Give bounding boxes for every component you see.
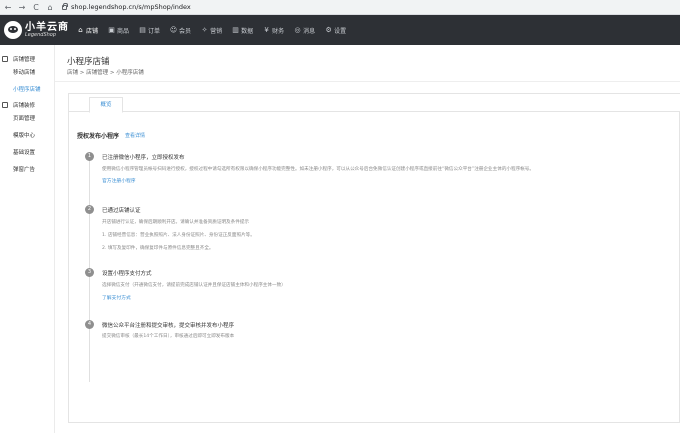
sidebar-item-mini-program-store[interactable]: 小程序店铺 xyxy=(0,82,54,99)
tab-overview[interactable]: 概览 xyxy=(89,97,123,113)
step-description: 2. 填写及复印件，确保复印件与原件信息完整且齐全。 xyxy=(102,246,214,251)
main-menu: ⌂ 店铺 ▣ 商品 ▤ 订单 ☺ 会员 ✧ 营销 ▥ 数据 ¥ 财务 ◎ 消息 xyxy=(72,15,351,45)
sidebar-group-label: 店铺装修 xyxy=(13,103,36,109)
nav-settings[interactable]: ⚙ 设置 xyxy=(320,15,351,45)
step-description: 开店铺进行认证，确保后期顺利开店。请确认并准备资质证明及条件提示 xyxy=(102,220,250,225)
step-description: 1. 店铺经营信息：营业执照照片、法人身份证照片、身份证正反面照片等。 xyxy=(102,233,255,238)
reload-icon[interactable]: C xyxy=(30,1,42,13)
step-title: 已注册微信小程序，立即授权发布 xyxy=(102,155,185,161)
step-description: 选择微信支付（开通微信支付，请提前完成店铺认证并且保证店铺主体和小程序主体一致） xyxy=(102,283,286,288)
nav-label: 订单 xyxy=(148,27,161,35)
main-content: 小程序店铺 店铺 > 店铺管理 > 小程序店铺 概览 授权发布小程序 查看详情 … xyxy=(55,45,680,433)
nav-marketing[interactable]: ✧ 营销 xyxy=(196,15,227,45)
step-title: 微信公众平台注册和提交审核，提交审核并发布小程序 xyxy=(102,323,235,329)
finance-icon: ¥ xyxy=(264,25,269,34)
nav-data[interactable]: ▥ 数据 xyxy=(227,15,258,45)
sidebar: 店铺管理 移动店铺 小程序店铺 店铺装修 页面管理 模版中心 基础设置 弹窗广告 xyxy=(0,45,55,433)
forward-icon[interactable]: → xyxy=(16,1,28,13)
browser-toolbar: ← → C ⌂ shop.legendshop.cn/s/mpShop/inde… xyxy=(0,0,680,15)
payment-methods-link[interactable]: 了解支付方式 xyxy=(102,294,131,301)
goods-icon: ▣ xyxy=(108,25,115,34)
order-icon: ▤ xyxy=(139,25,146,34)
nav-label: 会员 xyxy=(179,27,192,35)
step-title: 设置小程序支付方式 xyxy=(102,271,152,277)
nav-members[interactable]: ☺ 会员 xyxy=(165,15,196,45)
step-number: 4 xyxy=(85,320,94,329)
step-description: 使用微信小程序管理员帐号扫码进行授权，授权过程中请勾选所有权限以确保小程序功能完… xyxy=(102,167,534,172)
nav-label: 数据 xyxy=(241,27,254,35)
url-text: shop.legendshop.cn/s/mpShop/index xyxy=(71,3,191,11)
step-number: 2 xyxy=(85,205,94,214)
nav-finance[interactable]: ¥ 财务 xyxy=(258,15,289,45)
breadcrumb: 店铺 > 店铺管理 > 小程序店铺 xyxy=(67,70,144,76)
step-number: 3 xyxy=(85,268,94,277)
lock-icon xyxy=(62,2,68,10)
sidebar-item-popup-ads[interactable]: 弹窗广告 xyxy=(0,162,54,179)
data-icon: ▥ xyxy=(232,25,239,34)
sidebar-item-basic-settings[interactable]: 基础设置 xyxy=(0,145,54,162)
store-icon: ⌂ xyxy=(78,25,83,34)
tab-bar: 概览 xyxy=(69,94,680,113)
settings-icon: ⚙ xyxy=(325,25,332,34)
home-icon[interactable]: ⌂ xyxy=(44,1,56,13)
message-icon: ◎ xyxy=(294,25,301,34)
marketing-icon: ✧ xyxy=(201,25,208,34)
store-management-icon xyxy=(2,56,8,62)
sidebar-item-page-management[interactable]: 页面管理 xyxy=(0,111,54,128)
nav-orders[interactable]: ▤ 订单 xyxy=(134,15,165,45)
logo-name: 小羊云商 xyxy=(25,21,69,33)
nav-goods[interactable]: ▣ 商品 xyxy=(103,15,134,45)
nav-label: 商品 xyxy=(117,27,130,35)
content-panel: 概览 授权发布小程序 查看详情 1 已注册微信小程序，立即授权发布 使用微信小程… xyxy=(68,93,680,423)
sidebar-item-mobile-store[interactable]: 移动店铺 xyxy=(0,65,54,82)
logo-subtitle: LegendShop xyxy=(25,31,57,38)
step-description: 提交微信审核（最长14个工作日），审核通过后即可立即发布版本 xyxy=(102,334,235,339)
sidebar-group-store-management[interactable]: 店铺管理 xyxy=(0,53,54,65)
top-navigation: 小羊云商 LegendShop ⌂ 店铺 ▣ 商品 ▤ 订单 ☺ 会员 ✧ 营销… xyxy=(0,15,680,45)
logo[interactable]: 小羊云商 LegendShop xyxy=(0,21,72,39)
view-details-link[interactable]: 查看详情 xyxy=(125,132,145,139)
nav-messages[interactable]: ◎ 消息 xyxy=(289,15,320,45)
member-icon: ☺ xyxy=(169,25,178,34)
store-decoration-icon xyxy=(2,102,8,108)
address-bar[interactable]: shop.legendshop.cn/s/mpShop/index xyxy=(62,2,191,11)
sidebar-item-template-center[interactable]: 模版中心 xyxy=(0,128,54,145)
register-mini-program-link[interactable]: 官方注册小程序 xyxy=(102,177,136,184)
divider xyxy=(55,81,680,82)
sheep-logo-icon xyxy=(4,21,22,39)
step-title: 已通过店铺认证 xyxy=(102,208,141,214)
sidebar-group-label: 店铺管理 xyxy=(13,57,36,63)
nav-store[interactable]: ⌂ 店铺 xyxy=(72,15,103,45)
nav-label: 设置 xyxy=(334,27,347,35)
sidebar-group-store-decoration[interactable]: 店铺装修 xyxy=(0,99,54,111)
nav-label: 店铺 xyxy=(86,27,99,35)
nav-label: 财务 xyxy=(272,27,285,35)
step-number: 1 xyxy=(85,152,94,161)
page-title: 小程序店铺 xyxy=(67,57,110,67)
nav-label: 消息 xyxy=(303,27,316,35)
back-icon[interactable]: ← xyxy=(2,1,14,13)
section-title: 授权发布小程序 xyxy=(77,133,120,140)
nav-label: 营销 xyxy=(210,27,223,35)
